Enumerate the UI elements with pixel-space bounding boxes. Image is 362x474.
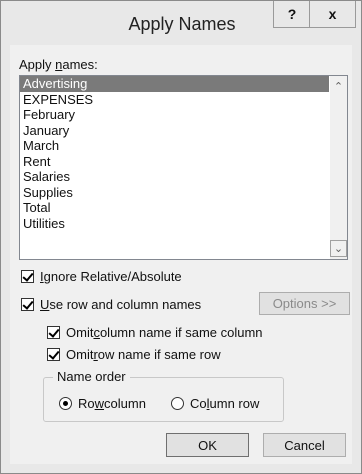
omit-column-checkbox[interactable]: Omit c olumn name if same column	[47, 325, 263, 340]
checkbox-label: se row and column names	[49, 297, 202, 312]
list-item[interactable]: January	[20, 123, 329, 139]
scroll-up-icon[interactable]: ⌃	[330, 78, 347, 95]
list-item[interactable]: Utilities	[20, 216, 329, 232]
list-item[interactable]: EXPENSES	[20, 92, 329, 108]
checkbox-label: olumn name if same column	[99, 325, 263, 340]
cancel-button[interactable]: Cancel	[263, 433, 346, 457]
scroll-down-icon[interactable]: ⌄	[330, 240, 347, 257]
checkbox-checked-icon[interactable]	[47, 326, 60, 339]
checkbox-label: Omit	[66, 347, 94, 362]
vertical-scrollbar[interactable]: ⌃ ⌄	[330, 76, 347, 259]
checkbox-checked-icon[interactable]	[47, 348, 60, 361]
list-item[interactable]: Supplies	[20, 185, 329, 201]
label-text: ames:	[62, 57, 98, 72]
list-item[interactable]: Salaries	[20, 169, 329, 185]
list-item[interactable]: Advertising	[20, 76, 329, 92]
title-bar[interactable]: Apply Names ? x	[1, 1, 361, 37]
checkbox-checked-icon[interactable]	[21, 270, 34, 283]
radio-unselected-icon[interactable]	[171, 397, 184, 410]
checkbox-label: ow name if same row	[97, 347, 221, 362]
checkbox-checked-icon[interactable]	[21, 298, 34, 311]
list-item[interactable]: February	[20, 107, 329, 123]
list-item[interactable]: Rent	[20, 154, 329, 170]
help-button[interactable]: ?	[273, 1, 311, 28]
label-text: Apply	[19, 57, 56, 72]
omit-row-checkbox[interactable]: Omit r ow name if same row	[47, 347, 221, 362]
radio-label: column	[104, 396, 146, 411]
checkbox-label: gnore Relative/Absolute	[43, 269, 182, 284]
accelerator: U	[40, 297, 50, 312]
close-icon: x	[328, 6, 337, 22]
radio-label: Ro	[78, 396, 95, 411]
name-order-title: Name order	[53, 369, 130, 384]
radio-label: Co	[190, 396, 207, 411]
row-column-radio[interactable]: Ro w column	[59, 396, 146, 411]
help-icon: ?	[287, 6, 297, 22]
options-button[interactable]: Options >>	[259, 292, 350, 315]
apply-names-label: Apply names:	[19, 57, 98, 72]
ignore-relative-checkbox[interactable]: Ignore Relative/Absolute	[21, 269, 182, 284]
list-item[interactable]: March	[20, 138, 329, 154]
list-item[interactable]: Total	[20, 200, 329, 216]
accelerator: w	[94, 396, 105, 411]
checkbox-label: Omit	[66, 325, 94, 340]
radio-label: umn row	[209, 396, 260, 411]
use-row-column-checkbox[interactable]: Use row and column names	[21, 297, 201, 312]
names-listbox[interactable]: Advertising EXPENSES February January March R…	[19, 75, 348, 260]
names-list: Advertising EXPENSES February January March R…	[20, 76, 347, 231]
radio-selected-icon[interactable]	[59, 397, 72, 410]
ok-button[interactable]: OK	[166, 433, 249, 457]
column-row-radio[interactable]: Co l umn row	[171, 396, 259, 411]
close-button[interactable]: x	[309, 1, 356, 28]
